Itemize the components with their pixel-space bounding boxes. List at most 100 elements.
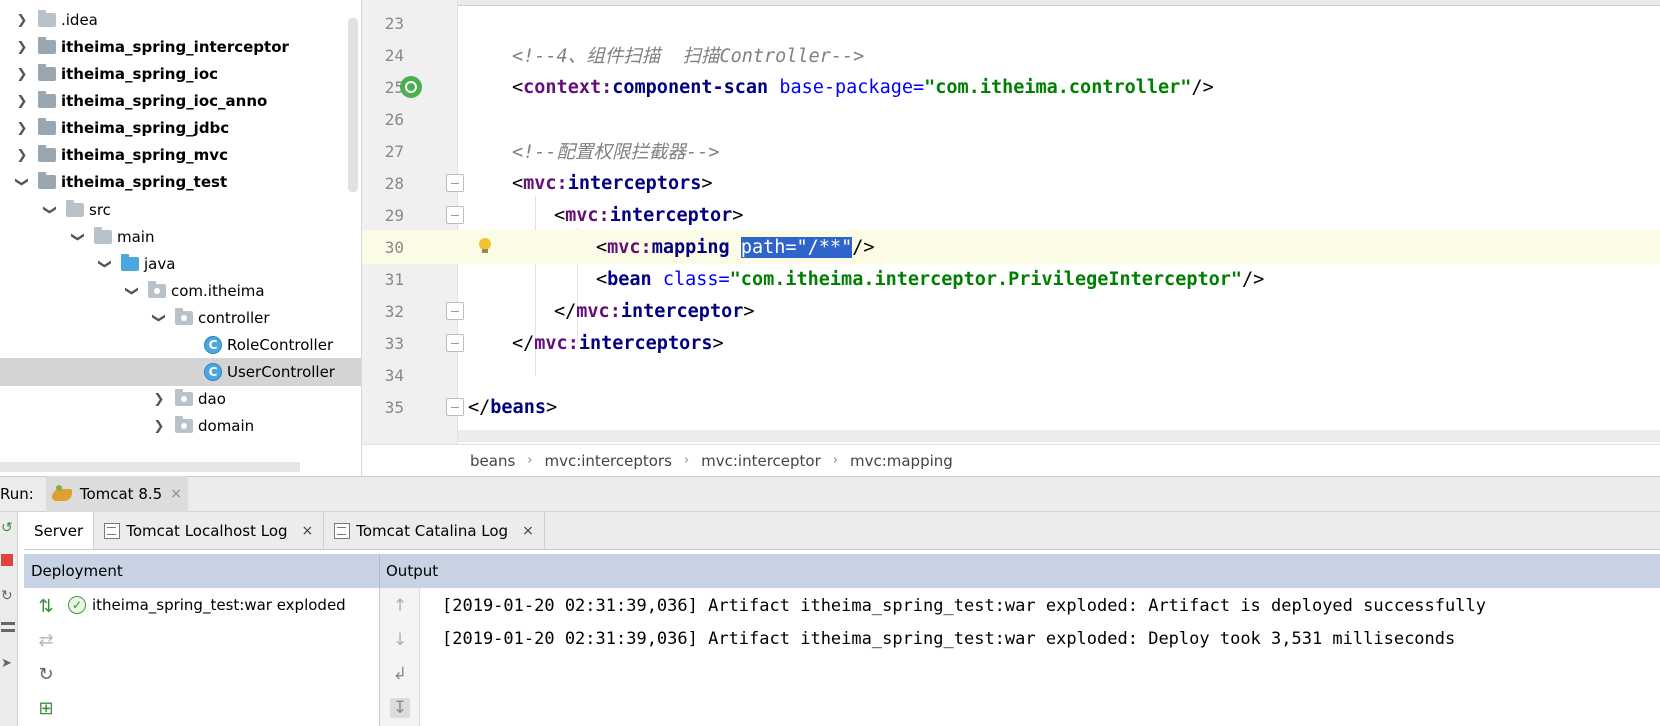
chevron-right-icon[interactable]: ❯ — [14, 120, 30, 136]
tree-item-java[interactable]: ❯ java — [0, 250, 361, 278]
breadcrumb-item[interactable]: mvc:interceptors — [544, 452, 671, 470]
chevron-right-icon[interactable]: ❯ — [151, 418, 167, 434]
code-line-23[interactable]: 23 — [362, 6, 1660, 40]
code-text: <mvc:interceptor> — [554, 204, 744, 226]
fold-icon[interactable] — [446, 174, 464, 192]
code-line-25[interactable]: 25 <context:component-scan base-package=… — [362, 70, 1660, 104]
chevron-down-icon[interactable]: ❯ — [124, 283, 140, 299]
package-icon — [148, 281, 166, 298]
tree-item-idea[interactable]: ❯ .idea — [0, 6, 361, 34]
run-config-tab[interactable]: Tomcat 8.5 × — [45, 476, 188, 512]
breadcrumb-item[interactable]: mvc:mapping — [850, 452, 953, 470]
tree-item-com-itheima[interactable]: ❯ com.itheima — [0, 277, 361, 305]
fold-icon[interactable] — [446, 302, 464, 320]
code-line-29[interactable]: 29 <mvc:interceptor> — [362, 198, 1660, 232]
chevron-down-icon[interactable]: ❯ — [14, 174, 30, 190]
line-number: 34 — [384, 365, 404, 385]
deployment-header: Deployment — [24, 554, 380, 588]
undeploy-icon[interactable]: ⇄ — [36, 630, 56, 651]
chevron-down-icon[interactable]: ❯ — [97, 256, 113, 272]
text-selection[interactable]: path="/**" — [740, 236, 853, 258]
refresh-icon[interactable]: ↻ — [1, 588, 15, 604]
tree-item-itheima-spring-interceptor[interactable]: ❯ itheima_spring_interceptor — [0, 33, 361, 61]
code-line-31[interactable]: 31 <bean class="com.itheima.interceptor.… — [362, 262, 1660, 296]
chevron-right-icon[interactable]: ❯ — [14, 93, 30, 109]
module-folder-icon — [38, 91, 56, 108]
line-number: 32 — [384, 301, 404, 321]
refresh-icon[interactable]: ↻ — [36, 664, 56, 685]
code-line-34[interactable]: 34 — [362, 358, 1660, 392]
tab-server[interactable]: Server — [24, 512, 95, 549]
tree-item-rolecontroller[interactable]: C RoleController — [0, 331, 361, 359]
stop-icon[interactable] — [1, 554, 13, 566]
code-line-28[interactable]: 28 <mvc:interceptors> — [362, 166, 1660, 200]
close-icon[interactable]: × — [522, 523, 534, 539]
fold-icon[interactable] — [446, 334, 464, 352]
code-text: </mvc:interceptor> — [554, 300, 755, 322]
tree-item-itheima-spring-jdbc[interactable]: ❯ itheima_spring_jdbc — [0, 114, 361, 142]
code-line-30[interactable]: 30 <mvc:mapping path="/**"/> — [362, 230, 1660, 264]
chevron-right-icon[interactable]: ❯ — [14, 147, 30, 163]
tab-tomcat-localhost-log[interactable]: Tomcat Localhost Log × — [94, 512, 325, 549]
close-icon[interactable]: × — [302, 523, 314, 539]
module-folder-icon — [38, 172, 56, 189]
code-text: <mvc:interceptors> — [512, 172, 713, 194]
fold-icon[interactable] — [446, 398, 464, 416]
arrow-up-icon[interactable]: ↑ — [390, 596, 410, 616]
code-line-27[interactable]: 27 <!--配置权限拦截器--> — [362, 134, 1660, 168]
chevron-down-icon[interactable]: ❯ — [42, 202, 58, 218]
breadcrumb-item[interactable]: beans — [470, 452, 515, 470]
tree-item-src[interactable]: ❯ src — [0, 196, 361, 224]
tab-tomcat-catalina-log[interactable]: Tomcat Catalina Log × — [324, 512, 545, 549]
code-editor[interactable]: 23 24 <!--4、组件扫描 扫描Controller--> 25 <con… — [362, 0, 1660, 476]
arrow-down-icon[interactable]: ↓ — [390, 630, 410, 650]
line-number: 35 — [384, 397, 404, 417]
chevron-down-icon[interactable]: ❯ — [70, 229, 86, 245]
layout-icon[interactable] — [1, 622, 15, 632]
deployment-list[interactable]: ✓ itheima_spring_test:war exploded — [68, 588, 380, 726]
deploy-icon[interactable]: ⇅ — [36, 596, 56, 617]
tree-item-usercontroller[interactable]: C UserController — [0, 358, 361, 386]
scroll-end-icon[interactable]: ↧ — [390, 698, 410, 718]
code-text: </mvc:interceptors> — [512, 332, 724, 354]
tree-item-itheima-spring-ioc-anno[interactable]: ❯ itheima_spring_ioc_anno — [0, 87, 361, 115]
tree-item-itheima-spring-mvc[interactable]: ❯ itheima_spring_mvc — [0, 141, 361, 169]
breadcrumb-item[interactable]: mvc:interceptor — [701, 452, 821, 470]
output-console[interactable]: [2019-01-20 02:31:39,036] Artifact ithei… — [420, 588, 1660, 726]
fold-icon[interactable] — [446, 206, 464, 224]
code-line-33[interactable]: 33 </mvc:interceptors> — [362, 326, 1660, 360]
project-tree[interactable]: ❯ .idea ❯ itheima_spring_interceptor ❯ i… — [0, 0, 362, 476]
code-line-32[interactable]: 32 </mvc:interceptor> — [362, 294, 1660, 328]
update-app-icon[interactable]: ⊞ — [36, 698, 56, 719]
tree-item-domain[interactable]: ❯ domain — [0, 412, 361, 440]
chevron-right-icon[interactable]: ❯ — [14, 12, 30, 28]
tree-item-controller[interactable]: ❯ controller — [0, 304, 361, 332]
code-line-24[interactable]: 24 <!--4、组件扫描 扫描Controller--> — [362, 38, 1660, 72]
deployment-item[interactable]: ✓ itheima_spring_test:war exploded — [68, 596, 346, 614]
close-icon[interactable]: × — [170, 486, 182, 502]
chevron-right-icon[interactable]: ❯ — [151, 391, 167, 407]
tree-item-dao[interactable]: ❯ dao — [0, 385, 361, 413]
tree-item-main[interactable]: ❯ main — [0, 223, 361, 251]
tree-item-label: .idea — [61, 11, 98, 29]
spring-bean-icon[interactable] — [400, 76, 422, 98]
tree-vertical-scrollbar[interactable] — [348, 18, 358, 192]
chevron-right-icon[interactable]: ❯ — [14, 39, 30, 55]
lightbulb-icon[interactable] — [478, 238, 492, 254]
chevron-right-icon[interactable]: ❯ — [14, 66, 30, 82]
line-number: 29 — [384, 205, 404, 225]
code-line-26[interactable]: 26 — [362, 102, 1660, 136]
wrap-icon[interactable]: ↲ — [390, 664, 410, 684]
code-line-35[interactable]: 35 </beans> — [362, 390, 1660, 424]
tree-horizontal-scrollbar[interactable] — [0, 462, 300, 472]
breadcrumb-separator: › — [832, 453, 838, 468]
chevron-down-icon[interactable]: ❯ — [151, 310, 167, 326]
tree-item-label: dao — [198, 390, 226, 408]
tree-item-itheima-spring-ioc[interactable]: ❯ itheima_spring_ioc — [0, 60, 361, 88]
tree-item-itheima-spring-test[interactable]: ❯ itheima_spring_test — [0, 168, 361, 196]
editor-horizontal-scrollbar[interactable] — [458, 430, 1660, 442]
rerun-icon[interactable]: ↺ — [1, 520, 15, 536]
pin-icon[interactable]: ➤ — [1, 656, 15, 671]
tree-item-label: itheima_spring_jdbc — [61, 119, 230, 137]
line-number: 27 — [384, 141, 404, 161]
